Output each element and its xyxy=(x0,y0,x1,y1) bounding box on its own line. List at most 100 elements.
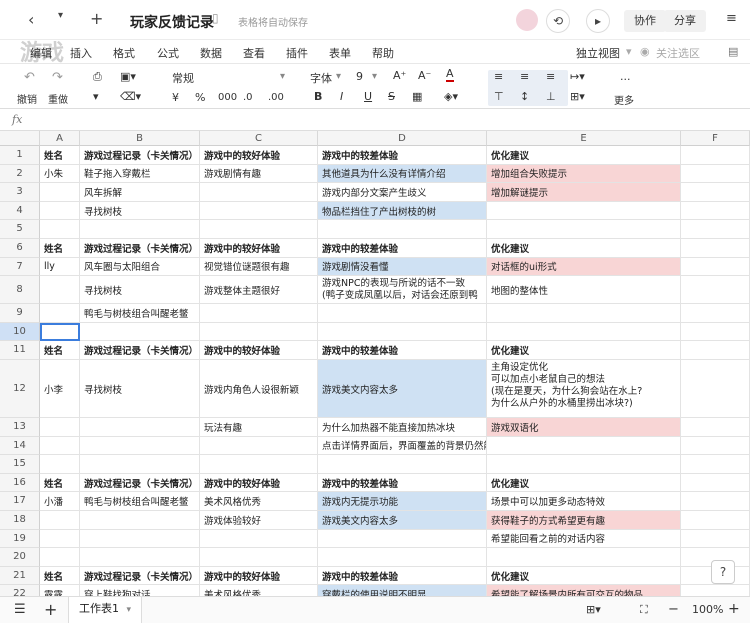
cell-col-a[interactable]: 小潘 xyxy=(40,492,80,511)
cell-col-a[interactable] xyxy=(40,436,80,456)
column-header-c[interactable]: C xyxy=(200,131,318,146)
bookmark-icon[interactable]: ▯ xyxy=(212,11,219,25)
cell-col-a[interactable] xyxy=(40,548,80,567)
menu-edit[interactable]: 编辑 xyxy=(30,45,52,61)
merge-icon[interactable]: ⊞▾ xyxy=(570,90,585,103)
cell-col-c[interactable]: 玩法有趣 xyxy=(200,418,318,437)
row-header[interactable]: 16 xyxy=(0,473,40,493)
select-all-corner[interactable] xyxy=(0,131,40,146)
cell-col-c[interactable]: 游戏中的较好体验 xyxy=(200,239,318,258)
row-header[interactable]: 7 xyxy=(0,257,40,277)
chevron-down-icon[interactable]: ▾ xyxy=(336,71,341,82)
cell-col-b[interactable]: 寻找树枝 xyxy=(80,276,200,305)
menu-icon[interactable]: ≡ xyxy=(726,11,737,26)
redo-label[interactable]: 重做 xyxy=(48,91,68,106)
cell-col-f[interactable] xyxy=(681,304,750,323)
cell-col-b[interactable]: 寻找树枝 xyxy=(80,360,200,418)
cell-col-e[interactable]: 希望能回看之前的对话内容 xyxy=(487,529,681,549)
cell-col-b[interactable] xyxy=(80,511,200,530)
row-header[interactable]: 17 xyxy=(0,492,40,511)
cell-col-e[interactable] xyxy=(487,455,681,474)
cell-col-f[interactable] xyxy=(681,164,750,184)
collaborate-button[interactable]: 协作 xyxy=(624,10,666,32)
cell-col-f[interactable] xyxy=(681,511,750,530)
cell-col-e[interactable]: 优化建议 xyxy=(487,341,681,360)
cell-col-e[interactable]: 增加解谜提示 xyxy=(487,183,681,202)
cell-col-f[interactable] xyxy=(681,239,750,258)
cell-col-e[interactable] xyxy=(487,322,681,342)
cell-col-d[interactable]: 游戏美文内容太多 xyxy=(318,360,487,418)
menu-form[interactable]: 表单 xyxy=(329,45,351,61)
cell-col-e[interactable]: 地图的整体性 xyxy=(487,276,681,305)
font-shrink-icon[interactable]: A⁻ xyxy=(418,69,431,82)
cell-col-a[interactable] xyxy=(40,304,80,323)
cell-col-c[interactable] xyxy=(200,529,318,549)
cell-col-f[interactable] xyxy=(681,257,750,277)
align-left-icon[interactable]: ≡ xyxy=(494,70,503,83)
zoom-in-icon[interactable]: + xyxy=(728,601,740,617)
paste-icon[interactable]: ▣▾ xyxy=(120,70,136,83)
cell-col-c[interactable] xyxy=(200,548,318,567)
cell-col-c[interactable] xyxy=(200,455,318,474)
cell-col-c[interactable] xyxy=(200,183,318,202)
valign-bottom-icon[interactable]: ⊥ xyxy=(546,90,556,103)
formula-bar[interactable]: fx xyxy=(0,109,750,131)
menu-plugin[interactable]: 插件 xyxy=(286,45,308,61)
cell-col-e[interactable]: 游戏双语化 xyxy=(487,418,681,437)
cell-col-c[interactable] xyxy=(200,436,318,456)
cell-col-d[interactable] xyxy=(318,548,487,567)
thousands-button[interactable]: 000 xyxy=(218,92,237,103)
undo-label[interactable]: 撤销 xyxy=(17,91,37,106)
cell-col-f[interactable] xyxy=(681,146,750,165)
spreadsheet-grid[interactable]: A B C D E F 1 姓名 游戏过程记录（卡关情况） 游戏中的较好体验 游戏中的较差体验 优化建… xyxy=(0,131,750,596)
cell-col-f[interactable] xyxy=(681,473,750,493)
cell-col-a[interactable] xyxy=(40,418,80,437)
cell-col-d[interactable]: 游戏NPC的表现与所说的话不一致 (鸭子变成凤凰以后，对话会还原到鸭 xyxy=(318,276,487,305)
cell-col-f[interactable] xyxy=(681,436,750,456)
present-icon[interactable]: ▸ xyxy=(586,9,610,33)
row-header[interactable]: 2 xyxy=(0,164,40,184)
menu-format[interactable]: 格式 xyxy=(113,45,135,61)
undo-icon[interactable]: ↶ xyxy=(24,70,35,85)
cell-col-d[interactable]: 游戏内无提示功能 xyxy=(318,492,487,511)
cell-col-e[interactable]: 场景中可以加更多动态特效 xyxy=(487,492,681,511)
cell-col-e[interactable]: 主角设定优化 可以加点小老鼠自己的想法 (现在是夏天，为什么狗会站在水上? 为什… xyxy=(487,360,681,418)
cell-col-c[interactable]: 游戏剧情有趣 xyxy=(200,164,318,184)
cell-col-c[interactable]: 游戏整体主题很好 xyxy=(200,276,318,305)
cell-col-e[interactable]: 对话框的ui形式 xyxy=(487,257,681,277)
cell-col-a[interactable] xyxy=(40,529,80,549)
cell-col-e[interactable]: 优化建议 xyxy=(487,473,681,493)
cell-col-b[interactable]: 寻找树枝 xyxy=(80,201,200,221)
cell-col-d[interactable]: 游戏剧情没看懂 xyxy=(318,257,487,277)
row-header[interactable]: 5 xyxy=(0,220,40,239)
cell-col-b[interactable] xyxy=(80,220,200,239)
italic-button[interactable]: I xyxy=(340,90,343,103)
avatar[interactable] xyxy=(516,9,538,31)
font-family-select[interactable]: 字体 xyxy=(310,70,332,86)
font-grow-icon[interactable]: A⁺ xyxy=(393,69,406,82)
row-header[interactable]: 13 xyxy=(0,418,40,437)
underline-button[interactable]: U xyxy=(364,90,372,103)
cell-col-a[interactable]: 姓名 xyxy=(40,146,80,165)
cell-col-c[interactable]: 美术风格优秀 xyxy=(200,492,318,511)
cell-col-c[interactable]: 视觉错位谜题很有趣 xyxy=(200,257,318,277)
cell-col-a[interactable] xyxy=(40,511,80,530)
cell-col-f[interactable] xyxy=(681,585,750,596)
currency-button[interactable]: ¥ xyxy=(172,91,179,104)
cell-col-b[interactable]: 风车拆解 xyxy=(80,183,200,202)
cell-col-b[interactable]: 鸭毛与树枝组合叫醒老鳖 xyxy=(80,304,200,323)
row-header[interactable]: 20 xyxy=(0,548,40,567)
row-header[interactable]: 11 xyxy=(0,341,40,360)
column-header-f[interactable]: F xyxy=(681,131,750,146)
back-arrow-icon[interactable]: ‹ xyxy=(28,10,34,29)
sheet-list-icon[interactable]: ☰ xyxy=(14,602,26,617)
cell-col-e[interactable] xyxy=(487,304,681,323)
print-icon[interactable]: ⎙ xyxy=(93,70,102,84)
cell-col-b[interactable]: 风车圈与太阳组合 xyxy=(80,257,200,277)
share-button[interactable]: 分享 xyxy=(664,10,706,32)
cell-col-c[interactable]: 游戏中的较好体验 xyxy=(200,473,318,493)
chevron-down-icon[interactable]: ▾ xyxy=(127,605,132,615)
row-header[interactable]: 22 xyxy=(0,585,40,596)
cell-col-e[interactable] xyxy=(487,220,681,239)
cell-col-a[interactable] xyxy=(40,276,80,305)
